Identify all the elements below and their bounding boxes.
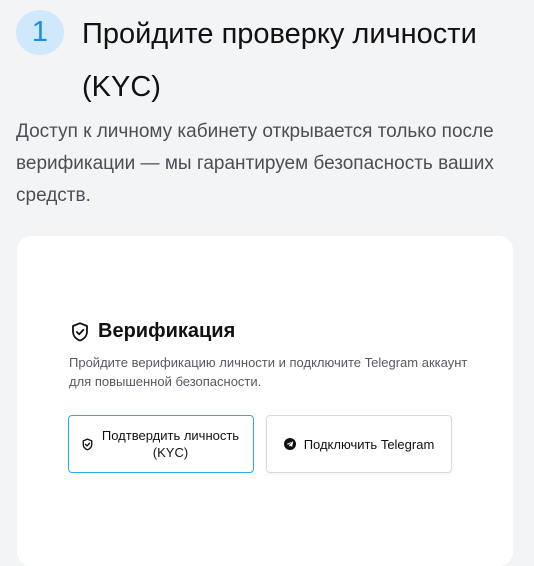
card-title: Верификация <box>98 320 236 342</box>
card-header: Верификация <box>71 320 235 343</box>
connect-telegram-button[interactable]: Подключить Telegram <box>266 415 452 473</box>
shield-check-icon <box>82 437 93 451</box>
step-number: 1 <box>31 16 49 48</box>
step-number-badge: 1 <box>16 10 64 55</box>
step-title: Пройдите проверку личности (KYC) <box>82 18 477 103</box>
connect-telegram-label: Подключить Telegram <box>303 436 435 452</box>
verify-identity-kyc-button[interactable]: Подтвердить личность (KYC) <box>68 415 254 473</box>
telegram-icon <box>283 438 296 450</box>
shield-check-icon <box>71 321 89 342</box>
verify-identity-kyc-label: Подтвердить личность (KYC) <box>101 428 240 460</box>
verification-card: Верификация Пройдите верификацию личност… <box>17 236 513 566</box>
lead-text: Доступ к личному кабинету открывается то… <box>16 121 494 206</box>
card-description: Пройдите верификацию личности и подключи… <box>69 355 468 389</box>
